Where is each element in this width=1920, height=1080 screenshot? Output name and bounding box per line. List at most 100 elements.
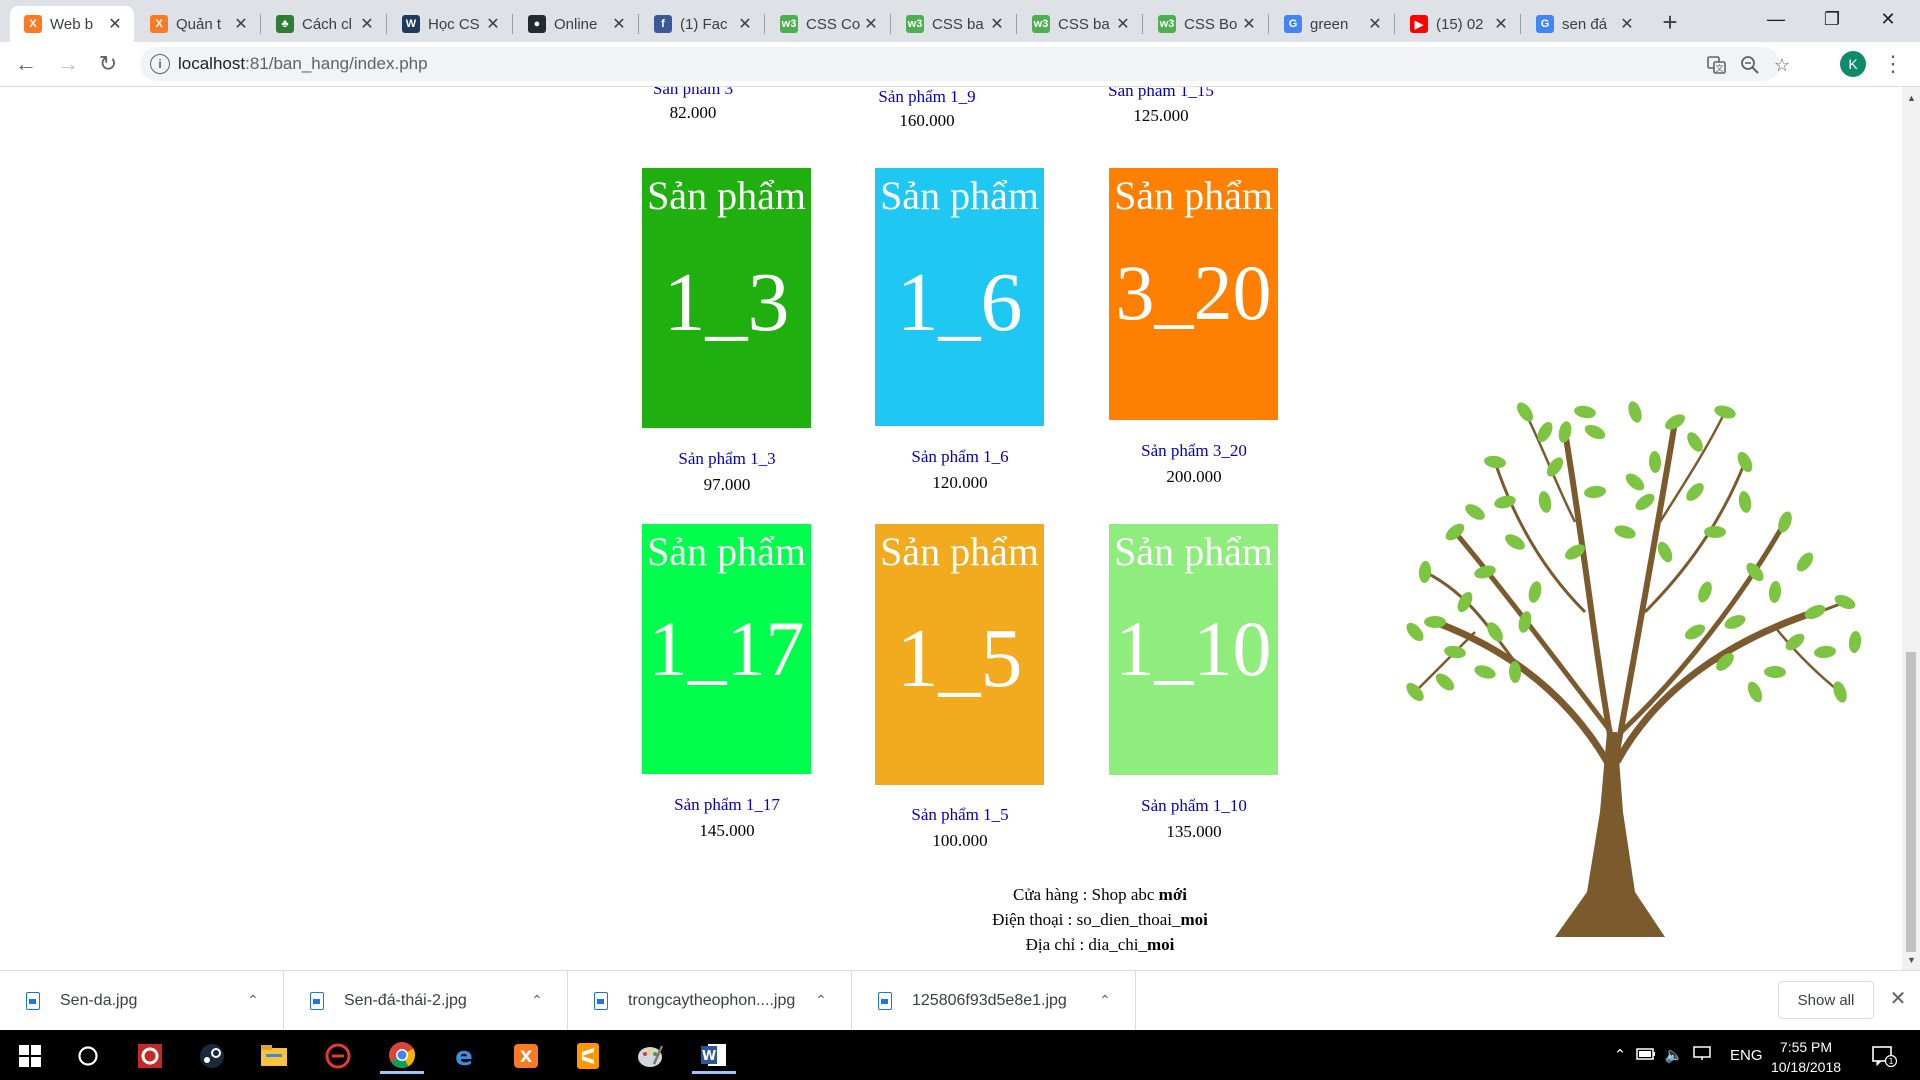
- browser-tab[interactable]: X Web b ✕: [10, 6, 134, 42]
- tab-close-icon[interactable]: ✕: [1366, 14, 1384, 34]
- tab-separator: [1016, 14, 1017, 34]
- tab-separator: [386, 14, 387, 34]
- browser-tab[interactable]: w3 CSS ba ✕: [1018, 6, 1142, 42]
- chevron-up-icon[interactable]: ⌃: [1095, 992, 1115, 1009]
- tree-leaf: [1648, 451, 1662, 473]
- tree-leaf: [1625, 473, 1645, 491]
- tab-title: Học CS: [428, 15, 480, 33]
- tab-title: Web b: [50, 15, 94, 33]
- tab-close-icon[interactable]: ✕: [1618, 14, 1636, 34]
- product-name-link[interactable]: Sản phẩm 3: [573, 87, 813, 99]
- browser-menu-icon[interactable]: ⋮: [1882, 50, 1904, 78]
- product-name-link[interactable]: Sản phẩm 1_5: [840, 805, 1080, 825]
- input-language[interactable]: ENG: [1730, 1047, 1763, 1064]
- product-image-code: 1_5: [896, 612, 1023, 705]
- zoom-icon[interactable]: [1738, 53, 1762, 77]
- action-center-icon[interactable]: 1: [1864, 1038, 1904, 1074]
- profile-avatar[interactable]: K: [1840, 51, 1866, 77]
- browser-tab[interactable]: ▶ (15) 02 ✕: [1396, 6, 1520, 42]
- browser-tab[interactable]: Ggreen ✕: [1270, 6, 1394, 42]
- tab-close-icon[interactable]: ✕: [1492, 14, 1510, 34]
- product-name-link[interactable]: Sản phẩm 1_3: [607, 449, 847, 469]
- forward-button[interactable]: →: [52, 48, 84, 80]
- sublime-text-icon[interactable]: [568, 1038, 608, 1074]
- tab-close-icon[interactable]: ✕: [1114, 14, 1132, 34]
- product-image[interactable]: Sản phẩm 1_10: [1109, 524, 1278, 775]
- product-image[interactable]: Sản phẩm 3_20: [1109, 168, 1278, 420]
- windows-start-icon[interactable]: [10, 1038, 50, 1074]
- tab-close-icon[interactable]: ✕: [1240, 14, 1258, 34]
- close-download-bar-icon[interactable]: ✕: [1886, 987, 1910, 1011]
- address-bar[interactable]: i localhost:81/ban_hang/index.php 文 ☆: [140, 47, 1790, 81]
- product-name-link[interactable]: Sản phẩm 1_15: [1041, 87, 1281, 101]
- new-tab-button[interactable]: +: [1655, 8, 1685, 38]
- browser-tab[interactable]: ♣ Cách cl ✕: [262, 6, 386, 42]
- download-item[interactable]: trongcaytheophon....jpg ⌃: [568, 971, 852, 1030]
- tab-close-icon[interactable]: ✕: [988, 14, 1006, 34]
- edge-icon[interactable]: e: [444, 1038, 484, 1074]
- product-name-link[interactable]: Sản phẩm 1_10: [1074, 796, 1314, 816]
- battery-icon[interactable]: [1632, 1047, 1660, 1064]
- reload-button[interactable]: ↻: [92, 48, 124, 80]
- tab-close-icon[interactable]: ✕: [736, 14, 754, 34]
- back-button[interactable]: ←: [10, 48, 42, 80]
- tab-close-icon[interactable]: ✕: [358, 14, 376, 34]
- browser-tab[interactable]: w3 CSS Co ✕: [766, 6, 890, 42]
- vertical-scrollbar[interactable]: ▲ ▼: [1902, 87, 1920, 970]
- chevron-up-icon[interactable]: ⌃: [527, 992, 547, 1009]
- download-item[interactable]: 125806f93d5e8e1.jpg ⌃: [852, 971, 1136, 1030]
- tab-close-icon[interactable]: ✕: [106, 14, 124, 34]
- url-text[interactable]: localhost:81/ban_hang/index.php: [178, 54, 428, 74]
- chevron-up-icon[interactable]: ⌃: [243, 992, 263, 1009]
- garena-icon[interactable]: [318, 1038, 358, 1074]
- browser-tab[interactable]: W Học CS ✕: [388, 6, 512, 42]
- product-image-title: Sản phẩm: [647, 529, 806, 574]
- tab-close-icon[interactable]: ✕: [862, 14, 880, 34]
- scroll-up-arrow[interactable]: ▲: [1907, 93, 1916, 103]
- minimize-button[interactable]: —: [1748, 0, 1804, 38]
- browser-tab[interactable]: X Quản t ✕: [136, 6, 260, 42]
- product-image[interactable]: Sản phẩm 1_3: [642, 168, 811, 428]
- tab-close-icon[interactable]: ✕: [610, 14, 628, 34]
- scroll-down-arrow[interactable]: ▼: [1907, 955, 1916, 965]
- paint-icon[interactable]: [630, 1038, 670, 1074]
- gear-app-icon[interactable]: [130, 1038, 170, 1074]
- scrollbar-thumb[interactable]: [1906, 652, 1916, 952]
- notification-count: 1: [1888, 1057, 1893, 1066]
- product-name-link[interactable]: Sản phẩm 1_6: [840, 447, 1080, 467]
- word-icon[interactable]: W: [692, 1038, 736, 1074]
- download-item[interactable]: Sen-da.jpg ⌃: [0, 971, 284, 1030]
- tab-close-icon[interactable]: ✕: [232, 14, 250, 34]
- chrome-icon[interactable]: [380, 1038, 424, 1074]
- product-name-link[interactable]: Sản phẩm 1_17: [607, 795, 847, 815]
- network-icon[interactable]: [1688, 1045, 1716, 1065]
- chevron-up-icon[interactable]: ⌃: [811, 992, 831, 1009]
- tab-title: Online: [554, 15, 598, 33]
- steam-icon[interactable]: [192, 1038, 232, 1074]
- browser-tab[interactable]: w3 CSS ba ✕: [892, 6, 1016, 42]
- browser-tab[interactable]: w3 CSS Bo ✕: [1144, 6, 1268, 42]
- product-name-link[interactable]: Sản phẩm 3_20: [1074, 441, 1314, 461]
- product-image[interactable]: Sản phẩm 1_17: [642, 524, 811, 774]
- show-all-button[interactable]: Show all: [1778, 981, 1874, 1019]
- browser-tab[interactable]: Gsen đá ✕: [1522, 6, 1646, 42]
- product-image[interactable]: Sản phẩm 1_5: [875, 524, 1044, 785]
- cortana-icon[interactable]: [68, 1038, 108, 1074]
- xampp-icon[interactable]: X: [506, 1038, 546, 1074]
- close-window-button[interactable]: ✕: [1860, 0, 1916, 38]
- translate-icon[interactable]: 文: [1705, 53, 1729, 77]
- bookmark-star-icon[interactable]: ☆: [1770, 53, 1794, 77]
- maximize-button[interactable]: ❐: [1804, 0, 1860, 38]
- taskbar-clock[interactable]: 7:55 PM 10/18/2018: [1762, 1037, 1850, 1077]
- tree-leaf: [1406, 622, 1424, 642]
- show-hidden-icons-icon[interactable]: ⌃: [1608, 1046, 1632, 1064]
- site-info-icon[interactable]: i: [150, 54, 170, 74]
- browser-tab[interactable]: f (1) Fac ✕: [640, 6, 764, 42]
- volume-icon[interactable]: 🔈: [1660, 1046, 1688, 1064]
- file-explorer-icon[interactable]: [254, 1038, 294, 1074]
- tab-close-icon[interactable]: ✕: [484, 14, 502, 34]
- browser-tab[interactable]: ● Online ✕: [514, 6, 638, 42]
- download-item[interactable]: Sen-đá-thái-2.jpg ⌃: [284, 971, 568, 1030]
- product-image[interactable]: Sản phẩm 1_6: [875, 168, 1044, 426]
- product-name-link[interactable]: Sản phẩm 1_9: [807, 87, 1047, 107]
